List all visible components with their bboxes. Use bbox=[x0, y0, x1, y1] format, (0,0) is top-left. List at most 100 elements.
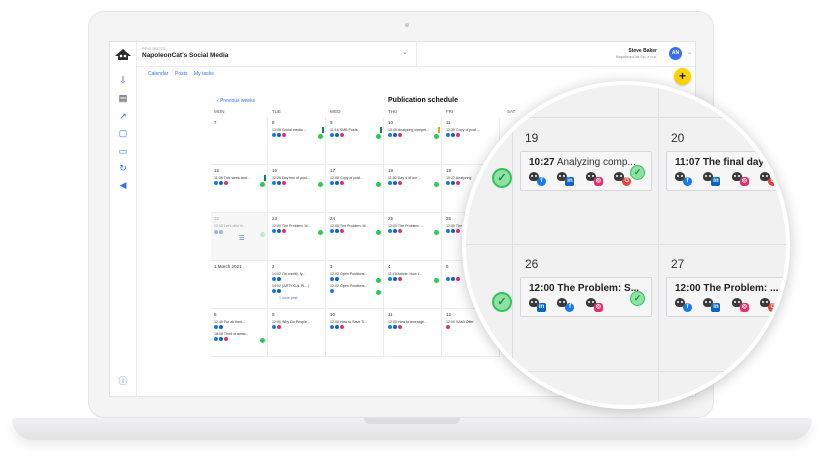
post-title[interactable]: 10:40 Analyzing compet... bbox=[388, 128, 434, 132]
post-title[interactable]: 12:02 Open Positions... bbox=[330, 272, 376, 276]
analytics-icon[interactable]: ↗ bbox=[117, 111, 129, 121]
post-title[interactable]: 12:00 How to Save Ti... bbox=[330, 320, 376, 324]
post-card[interactable]: 10:27 Analyzing comp... f in ◎ G ✓ bbox=[520, 151, 652, 191]
network-icons bbox=[330, 229, 345, 235]
inbox-icon[interactable]: ⇩ bbox=[117, 75, 129, 85]
project-name[interactable]: NapoleonCat's Social Media bbox=[142, 52, 228, 59]
post-title[interactable]: 12:00 The Problem: ... bbox=[388, 224, 434, 228]
post-time: 11:07 bbox=[675, 157, 701, 168]
refresh-icon[interactable]: ↻ bbox=[117, 163, 129, 173]
list-icon[interactable]: ☰ bbox=[239, 235, 244, 242]
day-number: 9 bbox=[330, 120, 333, 125]
day-header: THU bbox=[388, 109, 398, 114]
network-icons bbox=[272, 229, 287, 235]
calendar-cell[interactable]: 22 12:00 Let's dive in... ☰ bbox=[211, 213, 268, 261]
calendar-cell[interactable]: 8 12:40 For all their... 18:08 Third of an… bbox=[211, 309, 268, 357]
post-card[interactable]: 12:00 The Problem: ... f in ◎ G bbox=[666, 277, 786, 317]
calendar-cell[interactable]: 9 11:16 SMB Posts bbox=[327, 117, 384, 165]
published-check-icon bbox=[376, 230, 381, 235]
post-title[interactable]: 11:38 This week and... bbox=[214, 176, 260, 180]
calendar-cell[interactable]: 17 12:08 Copy of post... bbox=[327, 165, 384, 213]
post-title[interactable]: 13:06 Social media ... bbox=[272, 128, 318, 132]
calendar-cell[interactable]: 23 12:00 The Problem: M... bbox=[269, 213, 326, 261]
add-post-button[interactable]: + bbox=[674, 68, 691, 85]
published-check-icon bbox=[260, 182, 265, 187]
post-title[interactable]: 14:02 On credit), fy... bbox=[272, 272, 318, 276]
instagram-icon: ◎ bbox=[585, 298, 606, 312]
calendar-cell[interactable]: 10 12:00 How to Save Ti... bbox=[327, 309, 384, 357]
post-card[interactable]: 11:07 The final day f in ◎ G bbox=[666, 151, 786, 191]
calendar-cell[interactable]: 8 13:06 Social media ... bbox=[269, 117, 326, 165]
calendar-cell[interactable]: 9 12:00 Why Do People... bbox=[269, 309, 326, 357]
calendar-cell[interactable]: 18 11:52 Day 4 of our ... bbox=[385, 165, 442, 213]
network-icons: f in ◎ G bbox=[529, 172, 638, 186]
reports-icon[interactable]: ▢ bbox=[117, 128, 129, 138]
laptop-base bbox=[12, 418, 812, 440]
day-header: TUE bbox=[272, 109, 281, 114]
post-title[interactable]: 12:02 Open Positions... bbox=[330, 284, 376, 288]
calendar-cell[interactable]: 2 14:02 On credit), fy... 14:02 (ARTYKUŁ P… bbox=[269, 261, 326, 309]
post-title[interactable]: 11:16 Article: How t... bbox=[388, 272, 434, 276]
calendar-cell[interactable]: 3 12:02 Open Positions... 12:02 Open Posit… bbox=[327, 261, 384, 309]
calendar-cell[interactable]: 15 11:38 This week and... bbox=[211, 165, 268, 213]
previous-weeks-link[interactable]: ‹ Previous weeks bbox=[217, 98, 255, 104]
grid-line bbox=[466, 371, 786, 372]
post-title[interactable]: 12:00 Why Do People... bbox=[272, 320, 318, 324]
status-bar bbox=[380, 127, 382, 133]
facebook-icon: f bbox=[557, 298, 577, 312]
post-title[interactable]: 11:52 Day 4 of our ... bbox=[388, 176, 434, 180]
instagram-icon: ◎ bbox=[731, 298, 752, 312]
post-title[interactable]: 12:40 For all their... bbox=[214, 320, 260, 324]
post-time: 10:27 bbox=[529, 157, 555, 168]
calendar-cell[interactable]: 7 bbox=[211, 117, 268, 165]
post-title[interactable]: 12:08 Copy of post... bbox=[330, 176, 376, 180]
tab-posts[interactable]: Posts bbox=[175, 71, 188, 77]
day-number: 17 bbox=[330, 168, 336, 173]
calendar-cell[interactable]: 24 12:00 The Problem: M... bbox=[327, 213, 384, 261]
calendar-cell[interactable]: 11 12:00 How to leverage... bbox=[385, 309, 442, 357]
megaphone-icon[interactable]: ◀ bbox=[117, 180, 129, 190]
napoleoncat-logo[interactable] bbox=[114, 47, 132, 61]
post-title: The Problem: S... bbox=[557, 283, 640, 294]
calendar-cell[interactable]: 10 10:40 Analyzing compet... bbox=[385, 117, 442, 165]
network-icons bbox=[388, 181, 403, 187]
monitor-icon[interactable]: ▭ bbox=[117, 146, 129, 156]
more-posts-link[interactable]: 1 more post bbox=[279, 296, 297, 300]
post-title[interactable]: 12:00 Let's dive in... bbox=[214, 224, 260, 228]
linkedin-icon: in bbox=[529, 298, 549, 312]
help-icon[interactable]: ⓘ bbox=[117, 376, 129, 386]
post-title[interactable]: 12:00 The Problem: M... bbox=[272, 224, 318, 228]
network-icons bbox=[388, 325, 403, 331]
post-card[interactable]: 12:00 The Problem: S... in f ◎ ✓ bbox=[520, 277, 652, 317]
post-title[interactable]: 14:02 (ARTYKUŁ PL...) bbox=[272, 284, 318, 288]
network-icons bbox=[214, 325, 224, 331]
day-number: 7 bbox=[214, 120, 217, 125]
network-icons bbox=[330, 133, 345, 139]
post-title[interactable]: 11:16 SMB Posts bbox=[330, 128, 376, 132]
calendar-cell[interactable]: 4 11:16 Article: How t... bbox=[385, 261, 442, 309]
calendar-cell[interactable]: 1 March 2021 bbox=[211, 261, 268, 309]
tab-calendar[interactable]: Calendar bbox=[148, 71, 168, 77]
post-title[interactable]: 12:26 Day two of post... bbox=[272, 176, 318, 180]
network-icons bbox=[272, 133, 287, 139]
day-number: 26 bbox=[525, 257, 539, 271]
calendar-cell[interactable]: 16 12:26 Day two of post... bbox=[269, 165, 326, 213]
google-icon: G bbox=[760, 172, 780, 186]
facebook-icon: f bbox=[675, 172, 695, 186]
post-title[interactable]: 12:00 The Problem: M... bbox=[330, 224, 376, 228]
chevron-down-icon[interactable]: ⌄ bbox=[687, 49, 692, 56]
post-title[interactable]: 18:08 Third of answ... bbox=[214, 332, 260, 336]
chevron-down-icon[interactable]: ⌄ bbox=[402, 48, 408, 56]
day-header: MON bbox=[214, 109, 225, 114]
network-icons bbox=[446, 133, 461, 139]
tab-my-tasks[interactable]: My tasks bbox=[194, 71, 214, 77]
publisher-icon[interactable]: ▤ bbox=[117, 93, 129, 103]
day-number: 19 bbox=[525, 131, 539, 145]
avatar[interactable]: AN bbox=[669, 47, 682, 60]
network-icons: f in ◎ G bbox=[675, 298, 784, 312]
sidebar: ⇩ ▤ ↗ ▢ ▭ ↻ ◀ ⓘ bbox=[110, 42, 137, 396]
day-number: 1 March 2021 bbox=[214, 264, 242, 269]
post-title[interactable]: 12:00 How to leverage... bbox=[388, 320, 434, 324]
status-bar bbox=[322, 127, 324, 133]
calendar-cell[interactable]: 25 12:00 The Problem: ... bbox=[385, 213, 442, 261]
